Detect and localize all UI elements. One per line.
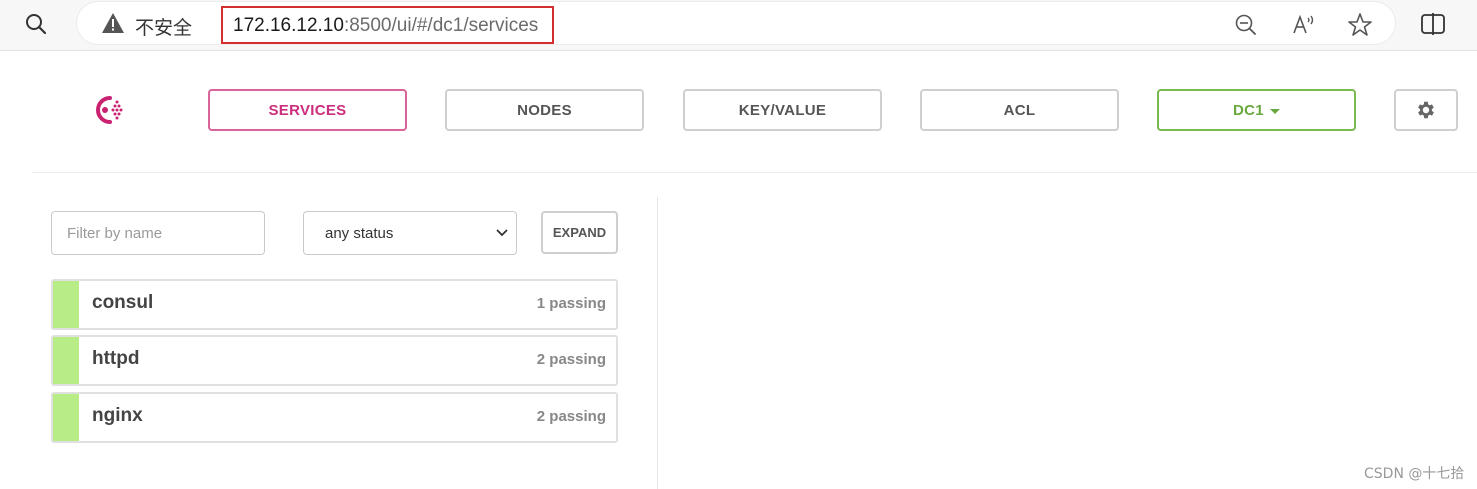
nav-acl-button[interactable]: ACL	[920, 89, 1119, 131]
nav-services-label: SERVICES	[268, 101, 347, 119]
service-name: consul	[92, 292, 154, 313]
health-indicator	[53, 337, 79, 384]
datacenter-label: DC1	[1233, 101, 1264, 119]
watermark: CSDN @十七拾	[1364, 466, 1465, 482]
header-divider	[32, 172, 1477, 173]
search-icon[interactable]	[24, 12, 48, 36]
nav-nodes-button[interactable]: NODES	[445, 89, 644, 131]
split-screen-icon[interactable]	[1420, 12, 1446, 36]
chevron-down-icon	[496, 229, 508, 237]
address-bar[interactable]: 不安全 172.16.12.10:8500/ui/#/dc1/services	[77, 2, 1395, 44]
status-filter-value: any status	[325, 225, 394, 242]
service-name: httpd	[92, 348, 140, 369]
warning-icon[interactable]	[101, 12, 125, 34]
nav-services-button[interactable]: SERVICES	[208, 89, 407, 131]
panel-divider	[657, 197, 658, 489]
consul-logo-icon[interactable]	[88, 92, 128, 128]
filter-by-name-input[interactable]	[51, 211, 265, 255]
url-text[interactable]: 172.16.12.10:8500/ui/#/dc1/services	[233, 15, 538, 37]
url-host: 172.16.12.10	[233, 15, 344, 36]
favorite-star-icon[interactable]	[1347, 12, 1373, 38]
gear-icon	[1418, 101, 1434, 119]
status-filter-select[interactable]: any status	[303, 211, 517, 255]
expand-button[interactable]: EXPAND	[541, 211, 618, 254]
service-item-consul[interactable]: consul 1 passing	[51, 279, 618, 330]
caret-down-icon	[1269, 108, 1280, 114]
service-item-httpd[interactable]: httpd 2 passing	[51, 335, 618, 386]
nav-key-value-button[interactable]: KEY/VALUE	[683, 89, 882, 131]
health-indicator	[53, 281, 79, 328]
zoom-out-icon[interactable]	[1233, 12, 1259, 38]
service-name: nginx	[92, 405, 143, 426]
expand-label: EXPAND	[552, 225, 607, 240]
nav-key-value-label: KEY/VALUE	[738, 101, 827, 119]
datacenter-dropdown[interactable]: DC1	[1157, 89, 1356, 131]
nav-nodes-label: NODES	[517, 101, 572, 119]
service-status: 1 passing	[536, 295, 606, 312]
nav-acl-label: ACL	[1003, 101, 1036, 119]
service-status: 2 passing	[536, 408, 606, 425]
health-indicator	[53, 394, 79, 441]
service-status: 2 passing	[536, 351, 606, 368]
settings-button[interactable]	[1394, 89, 1458, 131]
insecure-label[interactable]: 不安全	[135, 13, 192, 40]
browser-toolbar: 不安全 172.16.12.10:8500/ui/#/dc1/services	[0, 0, 1477, 51]
url-highlight[interactable]: 172.16.12.10:8500/ui/#/dc1/services	[221, 6, 554, 44]
read-aloud-icon[interactable]	[1291, 12, 1317, 38]
url-path: :8500/ui/#/dc1/services	[343, 15, 539, 36]
service-item-nginx[interactable]: nginx 2 passing	[51, 392, 618, 443]
